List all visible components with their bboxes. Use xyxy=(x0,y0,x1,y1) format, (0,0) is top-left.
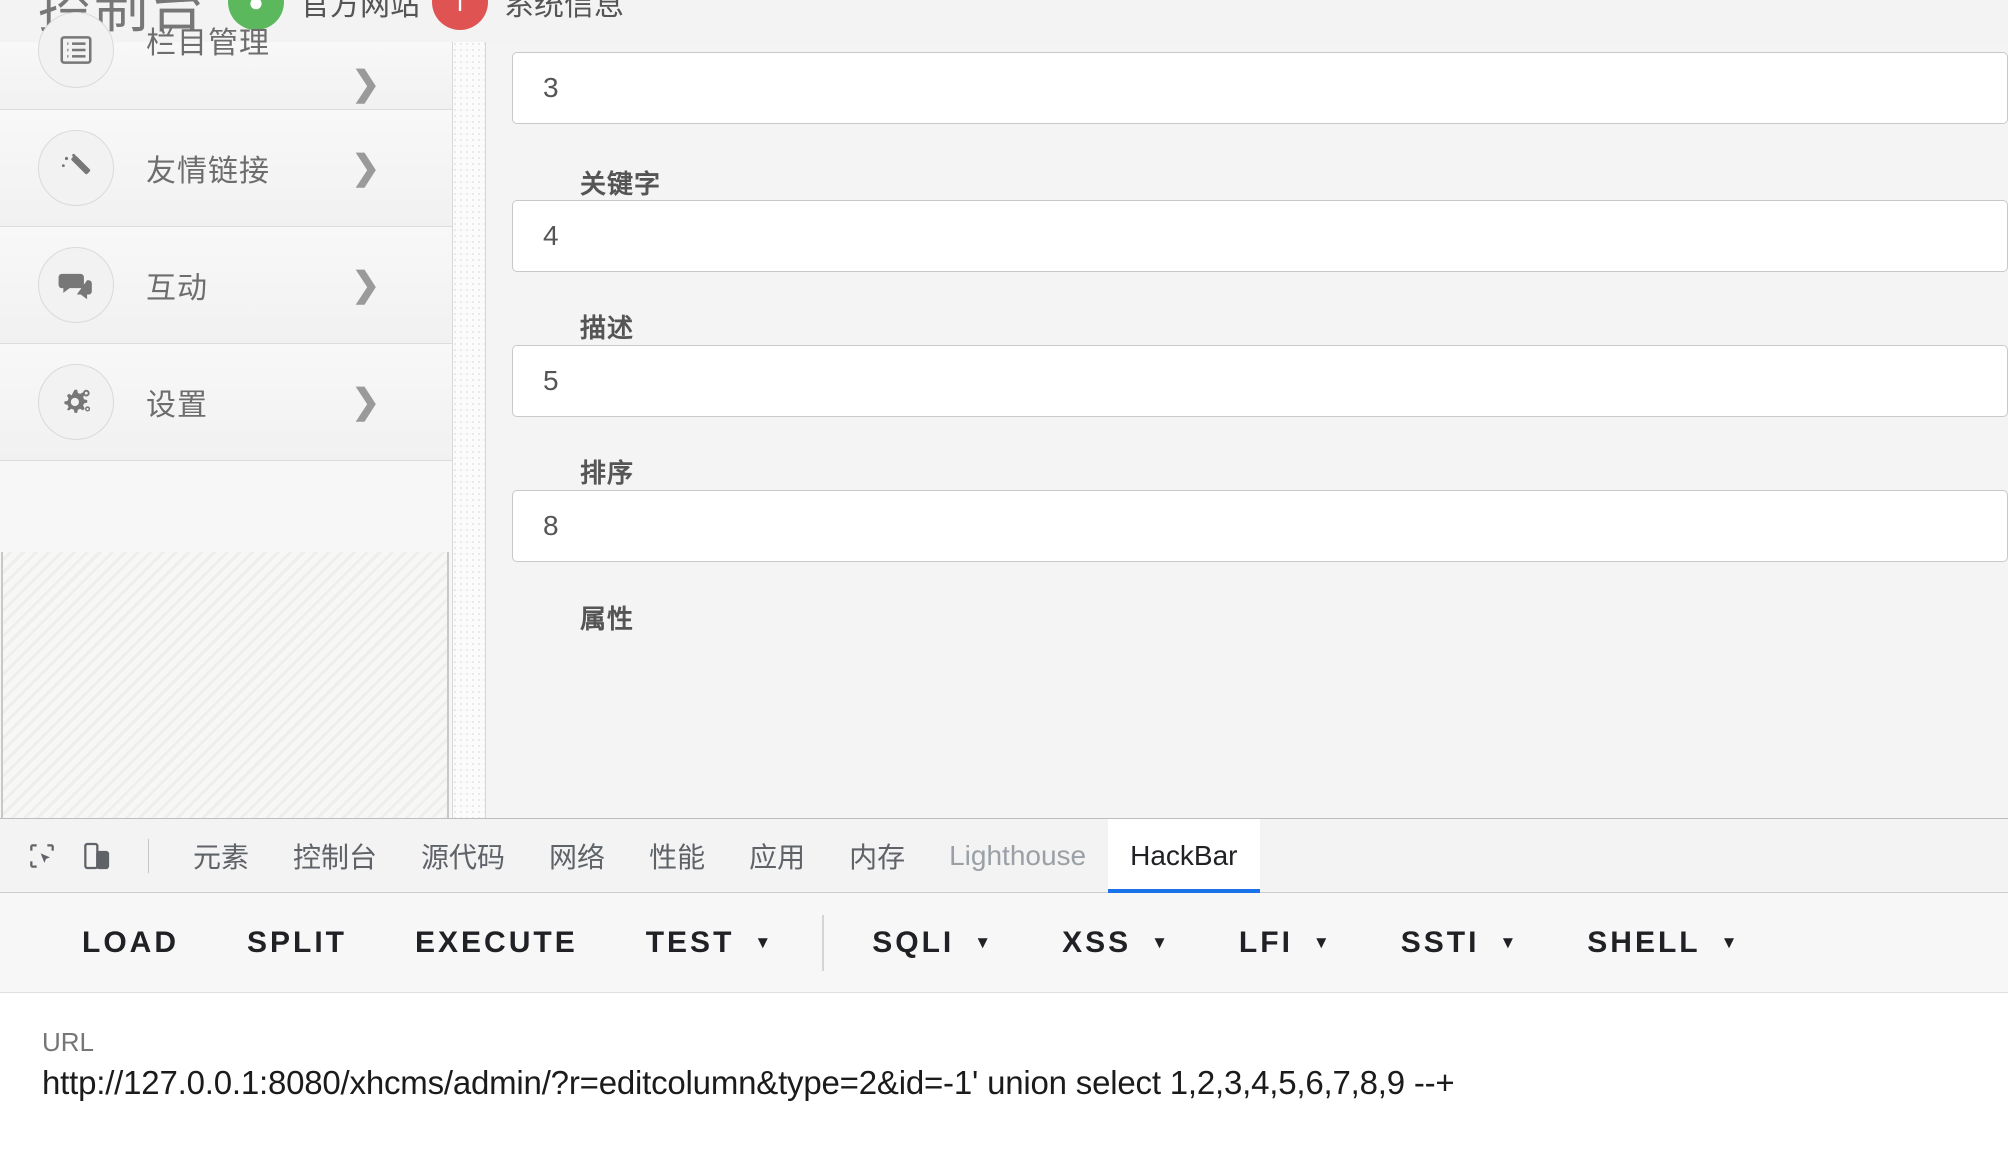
hackbar-test-dropdown[interactable]: TEST ▼ xyxy=(612,926,809,960)
button-label: SSTI xyxy=(1400,925,1480,959)
toolbar-divider xyxy=(822,914,825,971)
tab-sources[interactable]: 源代码 xyxy=(399,819,527,893)
sidebar-item-column-management[interactable]: 栏目管理 ❯ xyxy=(0,12,452,110)
tab-performance[interactable]: 性能 xyxy=(627,819,727,893)
chevron-right-icon: ❯ xyxy=(351,383,381,421)
hackbar-load-button[interactable]: LOAD xyxy=(48,926,213,960)
field-input-keywords[interactable]: 4 xyxy=(512,200,2008,272)
inspect-element-icon[interactable] xyxy=(18,832,66,880)
sidebar-item-label: 设置 xyxy=(146,389,208,422)
sidebar-item-label: 互动 xyxy=(146,272,208,305)
field-label-sort: 排序 xyxy=(580,458,635,488)
edit-column-form: 3 关键字 4 描述 5 排序 8 属性 xyxy=(486,42,2008,818)
field-value: 5 xyxy=(543,365,559,396)
button-label: SQLI xyxy=(872,925,955,959)
field-value: 3 xyxy=(543,72,559,103)
comments-icon xyxy=(38,247,114,323)
field-value: 8 xyxy=(543,510,559,541)
header-link-system-info[interactable]: i 系统信息 xyxy=(432,0,624,30)
tab-hackbar[interactable]: HackBar xyxy=(1108,818,1260,893)
tab-elements[interactable]: 元素 xyxy=(171,819,271,893)
field-label-keywords: 关键字 xyxy=(580,169,662,199)
hackbar-url-section: URL http://127.0.0.1:8080/xhcms/admin/?r… xyxy=(0,993,2008,1102)
field-input-description[interactable]: 5 xyxy=(512,345,2008,417)
magic-wand-icon xyxy=(38,130,114,206)
button-label: SPLIT xyxy=(247,925,348,959)
field-label-attributes: 属性 xyxy=(580,604,635,634)
hackbar-ssti-dropdown[interactable]: SSTI ▼ xyxy=(1367,926,1554,960)
hackbar-split-button[interactable]: SPLIT xyxy=(213,926,381,960)
hackbar-sqli-dropdown[interactable]: SQLI ▼ xyxy=(838,926,1028,960)
tab-application[interactable]: 应用 xyxy=(727,819,827,893)
chevron-right-icon: ❯ xyxy=(351,149,381,187)
header-link-label: 官方网站 xyxy=(300,0,420,22)
admin-header: 控制台 ● 官方网站 i 系统信息 xyxy=(0,0,2008,43)
hackbar-shell-dropdown[interactable]: SHELL ▼ xyxy=(1553,926,1774,960)
button-label: XSS xyxy=(1062,925,1132,959)
sidebar-item-label: 友情链接 xyxy=(146,155,270,188)
field-input-sort[interactable]: 8 xyxy=(512,490,2008,562)
sidebar-item-interaction[interactable]: 互动 ❯ xyxy=(0,227,452,344)
url-field-label: URL xyxy=(42,1027,95,1057)
tab-network[interactable]: 网络 xyxy=(527,819,627,893)
sidebar-item-settings[interactable]: 设置 ❯ xyxy=(0,344,452,461)
screenshot-root: 控制台 ● 官方网站 i 系统信息 栏目管理 ❯ 友情链接 ❯ 互动 ❯ 设置 … xyxy=(0,0,2008,1158)
content-gutter xyxy=(453,42,486,818)
button-label: LFI xyxy=(1238,925,1293,959)
sidebar-item-label: 栏目管理 xyxy=(146,27,270,60)
admin-sidebar: 栏目管理 ❯ 友情链接 ❯ 互动 ❯ 设置 ❯ xyxy=(0,12,453,818)
hackbar-toolbar: LOAD SPLIT EXECUTE TEST ▼ SQLI ▼ XSS ▼ L… xyxy=(0,893,2008,993)
tab-lighthouse[interactable]: Lighthouse xyxy=(927,819,1108,893)
device-toolbar-icon[interactable] xyxy=(72,832,120,880)
button-label: EXECUTE xyxy=(415,925,578,959)
hackbar-xss-dropdown[interactable]: XSS ▼ xyxy=(1028,926,1205,960)
field-label-description: 描述 xyxy=(580,313,635,343)
button-label: TEST xyxy=(645,925,735,959)
chevron-down-icon: ▼ xyxy=(1312,933,1333,952)
field-value: 4 xyxy=(543,220,559,251)
devtools-panel: 元素 控制台 源代码 网络 性能 应用 内存 Lighthouse HackBa… xyxy=(0,818,2008,1158)
tab-memory[interactable]: 内存 xyxy=(827,819,927,893)
button-label: LOAD xyxy=(82,925,179,959)
info-icon: i xyxy=(432,0,488,30)
browser-page-viewport: 控制台 ● 官方网站 i 系统信息 栏目管理 ❯ 友情链接 ❯ 互动 ❯ 设置 … xyxy=(0,0,2008,818)
hackbar-lfi-dropdown[interactable]: LFI ▼ xyxy=(1205,926,1367,960)
chevron-right-icon: ❯ xyxy=(351,266,381,304)
devtools-tabbar: 元素 控制台 源代码 网络 性能 应用 内存 Lighthouse HackBa… xyxy=(0,818,2008,893)
list-icon xyxy=(38,12,114,88)
chevron-right-icon: ❯ xyxy=(351,65,381,103)
chevron-down-icon: ▼ xyxy=(974,933,995,952)
toolbar-divider xyxy=(148,838,149,873)
button-label: SHELL xyxy=(1587,925,1701,959)
header-link-label: 系统信息 xyxy=(504,0,624,22)
chevron-down-icon: ▼ xyxy=(1151,933,1171,952)
chevron-down-icon: ▼ xyxy=(1499,933,1520,952)
gears-icon xyxy=(38,364,114,440)
devtools-element-highlight-overlay xyxy=(1,552,449,818)
tab-console[interactable]: 控制台 xyxy=(271,819,399,893)
field-input-0[interactable]: 3 xyxy=(512,52,2008,124)
url-input[interactable]: http://127.0.0.1:8080/xhcms/admin/?r=edi… xyxy=(42,1064,2008,1102)
chevron-down-icon: ▼ xyxy=(754,933,775,952)
hackbar-execute-button[interactable]: EXECUTE xyxy=(381,926,612,960)
chevron-down-icon: ▼ xyxy=(1720,933,1741,952)
sidebar-item-friendly-links[interactable]: 友情链接 ❯ xyxy=(0,110,452,227)
